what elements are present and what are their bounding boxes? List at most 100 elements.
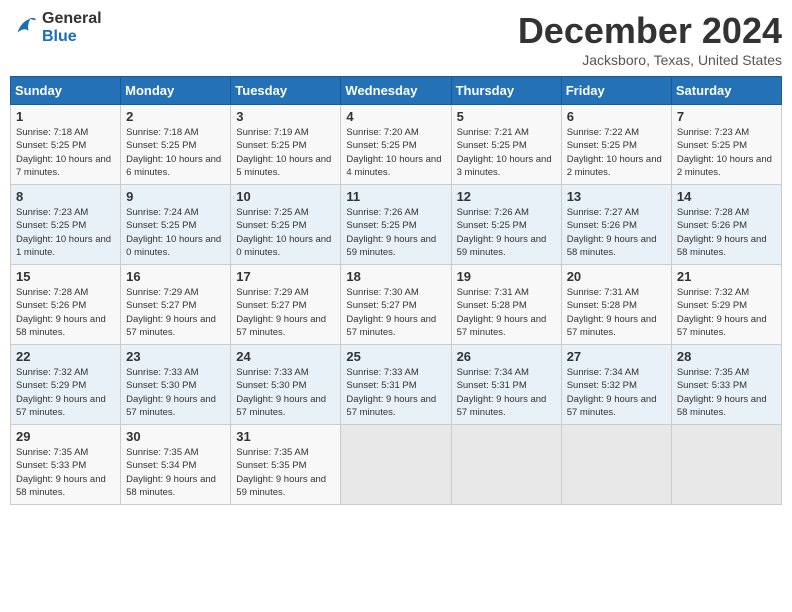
calendar-cell: [561, 425, 671, 505]
day-info: Sunrise: 7:32 AM Sunset: 5:29 PM Dayligh…: [16, 366, 115, 419]
day-info: Sunrise: 7:28 AM Sunset: 5:26 PM Dayligh…: [16, 286, 115, 339]
calendar-cell: 10 Sunrise: 7:25 AM Sunset: 5:25 PM Dayl…: [231, 185, 341, 265]
day-info: Sunrise: 7:28 AM Sunset: 5:26 PM Dayligh…: [677, 206, 776, 259]
calendar-cell: 11 Sunrise: 7:26 AM Sunset: 5:25 PM Dayl…: [341, 185, 451, 265]
calendar-cell: 8 Sunrise: 7:23 AM Sunset: 5:25 PM Dayli…: [11, 185, 121, 265]
calendar-cell: 26 Sunrise: 7:34 AM Sunset: 5:31 PM Dayl…: [451, 345, 561, 425]
day-info: Sunrise: 7:35 AM Sunset: 5:33 PM Dayligh…: [16, 446, 115, 499]
day-info: Sunrise: 7:35 AM Sunset: 5:35 PM Dayligh…: [236, 446, 335, 499]
calendar-table: Sunday Monday Tuesday Wednesday Thursday…: [10, 76, 782, 505]
logo-text: General Blue: [42, 10, 102, 46]
day-number: 20: [567, 269, 666, 284]
day-number: 5: [457, 109, 556, 124]
day-number: 29: [16, 429, 115, 444]
day-info: Sunrise: 7:29 AM Sunset: 5:27 PM Dayligh…: [236, 286, 335, 339]
day-number: 30: [126, 429, 225, 444]
calendar-week-row: 22 Sunrise: 7:32 AM Sunset: 5:29 PM Dayl…: [11, 345, 782, 425]
calendar-cell: 25 Sunrise: 7:33 AM Sunset: 5:31 PM Dayl…: [341, 345, 451, 425]
calendar-cell: 27 Sunrise: 7:34 AM Sunset: 5:32 PM Dayl…: [561, 345, 671, 425]
day-info: Sunrise: 7:34 AM Sunset: 5:31 PM Dayligh…: [457, 366, 556, 419]
day-info: Sunrise: 7:34 AM Sunset: 5:32 PM Dayligh…: [567, 366, 666, 419]
calendar-cell: 12 Sunrise: 7:26 AM Sunset: 5:25 PM Dayl…: [451, 185, 561, 265]
calendar-cell: 6 Sunrise: 7:22 AM Sunset: 5:25 PM Dayli…: [561, 105, 671, 185]
calendar-cell: 30 Sunrise: 7:35 AM Sunset: 5:34 PM Dayl…: [121, 425, 231, 505]
day-info: Sunrise: 7:18 AM Sunset: 5:25 PM Dayligh…: [126, 126, 225, 179]
day-info: Sunrise: 7:35 AM Sunset: 5:33 PM Dayligh…: [677, 366, 776, 419]
day-number: 14: [677, 189, 776, 204]
header-row: Sunday Monday Tuesday Wednesday Thursday…: [11, 77, 782, 105]
day-number: 10: [236, 189, 335, 204]
calendar-cell: 21 Sunrise: 7:32 AM Sunset: 5:29 PM Dayl…: [671, 265, 781, 345]
page-header: General Blue December 2024 Jacksboro, Te…: [10, 10, 782, 68]
col-monday: Monday: [121, 77, 231, 105]
day-info: Sunrise: 7:26 AM Sunset: 5:25 PM Dayligh…: [346, 206, 445, 259]
calendar-cell: 22 Sunrise: 7:32 AM Sunset: 5:29 PM Dayl…: [11, 345, 121, 425]
day-info: Sunrise: 7:19 AM Sunset: 5:25 PM Dayligh…: [236, 126, 335, 179]
calendar-cell: 31 Sunrise: 7:35 AM Sunset: 5:35 PM Dayl…: [231, 425, 341, 505]
day-number: 7: [677, 109, 776, 124]
month-title: December 2024: [518, 10, 782, 52]
day-number: 16: [126, 269, 225, 284]
day-number: 13: [567, 189, 666, 204]
col-thursday: Thursday: [451, 77, 561, 105]
day-info: Sunrise: 7:29 AM Sunset: 5:27 PM Dayligh…: [126, 286, 225, 339]
calendar-cell: 23 Sunrise: 7:33 AM Sunset: 5:30 PM Dayl…: [121, 345, 231, 425]
calendar-cell: 14 Sunrise: 7:28 AM Sunset: 5:26 PM Dayl…: [671, 185, 781, 265]
day-number: 21: [677, 269, 776, 284]
calendar-cell: 16 Sunrise: 7:29 AM Sunset: 5:27 PM Dayl…: [121, 265, 231, 345]
calendar-cell: [451, 425, 561, 505]
day-info: Sunrise: 7:22 AM Sunset: 5:25 PM Dayligh…: [567, 126, 666, 179]
day-info: Sunrise: 7:32 AM Sunset: 5:29 PM Dayligh…: [677, 286, 776, 339]
day-number: 27: [567, 349, 666, 364]
calendar-week-row: 15 Sunrise: 7:28 AM Sunset: 5:26 PM Dayl…: [11, 265, 782, 345]
day-number: 3: [236, 109, 335, 124]
calendar-cell: 13 Sunrise: 7:27 AM Sunset: 5:26 PM Dayl…: [561, 185, 671, 265]
col-sunday: Sunday: [11, 77, 121, 105]
day-number: 2: [126, 109, 225, 124]
day-info: Sunrise: 7:31 AM Sunset: 5:28 PM Dayligh…: [567, 286, 666, 339]
day-info: Sunrise: 7:18 AM Sunset: 5:25 PM Dayligh…: [16, 126, 115, 179]
day-info: Sunrise: 7:31 AM Sunset: 5:28 PM Dayligh…: [457, 286, 556, 339]
col-wednesday: Wednesday: [341, 77, 451, 105]
calendar-week-row: 29 Sunrise: 7:35 AM Sunset: 5:33 PM Dayl…: [11, 425, 782, 505]
day-info: Sunrise: 7:27 AM Sunset: 5:26 PM Dayligh…: [567, 206, 666, 259]
calendar-body: 1 Sunrise: 7:18 AM Sunset: 5:25 PM Dayli…: [11, 105, 782, 505]
calendar-cell: 3 Sunrise: 7:19 AM Sunset: 5:25 PM Dayli…: [231, 105, 341, 185]
day-info: Sunrise: 7:33 AM Sunset: 5:30 PM Dayligh…: [126, 366, 225, 419]
day-number: 9: [126, 189, 225, 204]
day-number: 6: [567, 109, 666, 124]
day-number: 19: [457, 269, 556, 284]
location-title: Jacksboro, Texas, United States: [518, 52, 782, 68]
day-info: Sunrise: 7:25 AM Sunset: 5:25 PM Dayligh…: [236, 206, 335, 259]
day-info: Sunrise: 7:33 AM Sunset: 5:31 PM Dayligh…: [346, 366, 445, 419]
day-number: 31: [236, 429, 335, 444]
day-number: 11: [346, 189, 445, 204]
day-number: 25: [346, 349, 445, 364]
day-number: 17: [236, 269, 335, 284]
calendar-cell: 20 Sunrise: 7:31 AM Sunset: 5:28 PM Dayl…: [561, 265, 671, 345]
day-info: Sunrise: 7:20 AM Sunset: 5:25 PM Dayligh…: [346, 126, 445, 179]
col-friday: Friday: [561, 77, 671, 105]
calendar-cell: [671, 425, 781, 505]
calendar-cell: 15 Sunrise: 7:28 AM Sunset: 5:26 PM Dayl…: [11, 265, 121, 345]
day-number: 1: [16, 109, 115, 124]
day-info: Sunrise: 7:21 AM Sunset: 5:25 PM Dayligh…: [457, 126, 556, 179]
calendar-cell: 2 Sunrise: 7:18 AM Sunset: 5:25 PM Dayli…: [121, 105, 231, 185]
day-number: 15: [16, 269, 115, 284]
logo: General Blue: [10, 10, 102, 46]
day-number: 26: [457, 349, 556, 364]
calendar-cell: 19 Sunrise: 7:31 AM Sunset: 5:28 PM Dayl…: [451, 265, 561, 345]
calendar-cell: 7 Sunrise: 7:23 AM Sunset: 5:25 PM Dayli…: [671, 105, 781, 185]
col-tuesday: Tuesday: [231, 77, 341, 105]
day-number: 18: [346, 269, 445, 284]
calendar-cell: 5 Sunrise: 7:21 AM Sunset: 5:25 PM Dayli…: [451, 105, 561, 185]
day-number: 24: [236, 349, 335, 364]
day-number: 8: [16, 189, 115, 204]
day-number: 22: [16, 349, 115, 364]
day-number: 28: [677, 349, 776, 364]
calendar-cell: 9 Sunrise: 7:24 AM Sunset: 5:25 PM Dayli…: [121, 185, 231, 265]
logo-icon: [10, 14, 38, 42]
calendar-cell: 1 Sunrise: 7:18 AM Sunset: 5:25 PM Dayli…: [11, 105, 121, 185]
day-number: 23: [126, 349, 225, 364]
day-info: Sunrise: 7:24 AM Sunset: 5:25 PM Dayligh…: [126, 206, 225, 259]
